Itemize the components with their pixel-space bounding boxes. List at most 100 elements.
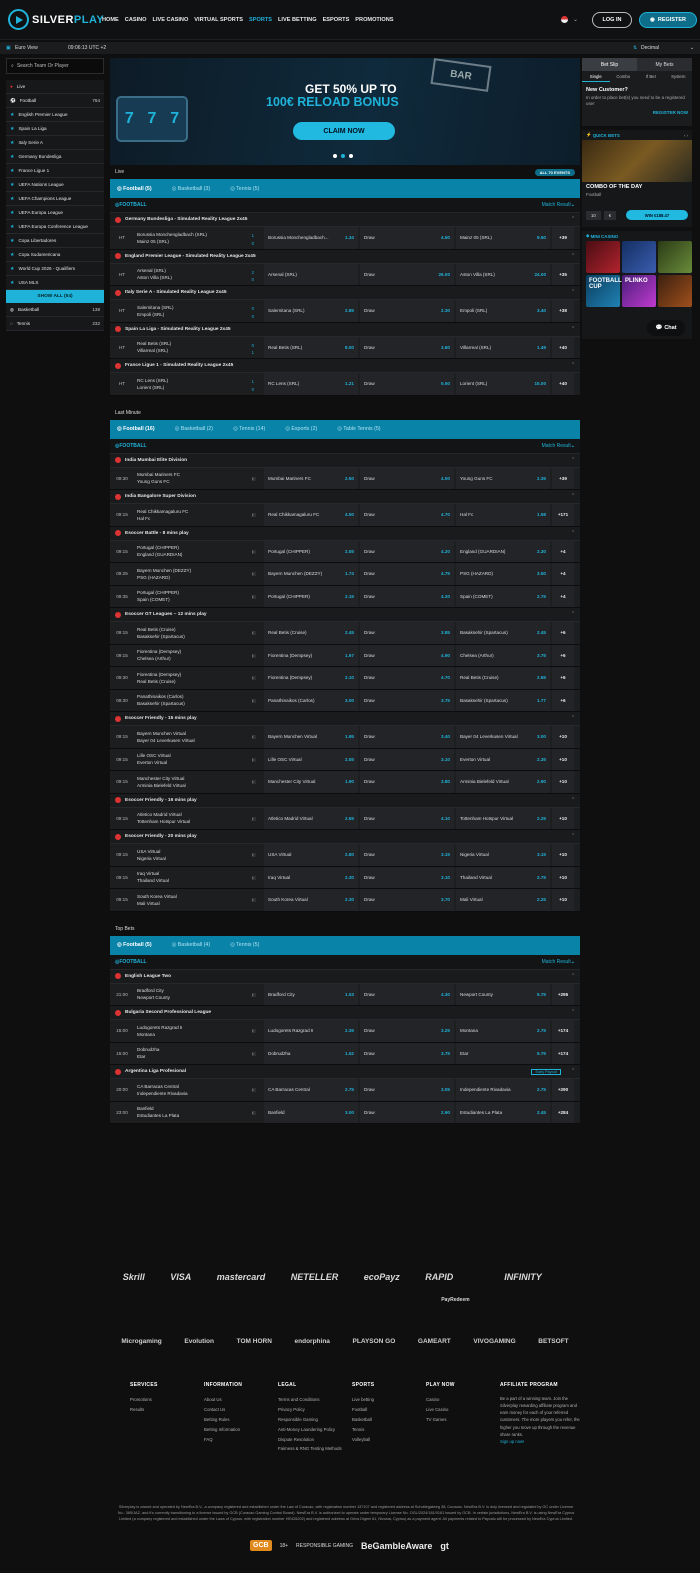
market-selector[interactable]: Match Result [542, 959, 571, 965]
odds-home-button[interactable]: Real Betis (Cruise) 2.45 [264, 622, 358, 644]
odds-away-button[interactable]: Arminia Bielefeld Virtual 2.90 [456, 771, 550, 793]
odds-draw-button[interactable]: Draw 2.90 [360, 1101, 454, 1123]
footer-link[interactable]: Volleyball [352, 1435, 418, 1445]
tab-bet-type[interactable]: Single [582, 71, 610, 82]
league-header[interactable]: English League Two ⌃ [110, 969, 580, 984]
odds-away-button[interactable]: Lorient (SRL) 15.00 [456, 373, 550, 395]
collapse-icon[interactable]: ⌃ [571, 834, 575, 839]
odds-away-button[interactable]: Montana 2.75 [456, 1020, 550, 1042]
stats-icon[interactable]: ▮▯ [252, 1087, 256, 1092]
more-markets-button[interactable]: +39 [552, 227, 574, 249]
league-header[interactable]: India Mumbai Elite Division ⌃ [110, 453, 580, 468]
nav-item-promotions[interactable]: PROMOTIONS [355, 17, 393, 23]
search-input[interactable]: ⌕ Search Team Or Player [6, 58, 104, 74]
tab-bet-type[interactable]: If Bet [637, 71, 665, 82]
affiliate-signup-link[interactable]: Sign up now! [500, 1438, 580, 1445]
odds-draw-button[interactable]: Draw 3.75 [360, 1042, 454, 1064]
nav-item-virtual-sports[interactable]: VIRTUAL SPORTS [194, 17, 243, 23]
casino-game-tile[interactable] [622, 241, 656, 273]
collapse-icon[interactable]: ⌃ [571, 974, 575, 979]
sidebar-item-league[interactable]: ★ UEFA Europa Conference League [6, 220, 104, 234]
footer-link[interactable]: TV Games [426, 1415, 492, 1425]
sidebar-item-league[interactable]: ★ English Premier League [6, 108, 104, 122]
collapse-icon[interactable]: ⌃ [571, 363, 575, 368]
sidebar-item-league[interactable]: ★ Copa Libertadores [6, 234, 104, 248]
stats-icon[interactable]: ▮▯ [252, 875, 256, 880]
footer-link[interactable]: Basketball [352, 1415, 418, 1425]
carousel-dot[interactable] [341, 154, 345, 158]
more-markets-button[interactable]: +10 [552, 748, 574, 770]
event-teams[interactable]: Bayern Munchen (DEZZY) PSG (HAZARD) ▮▯ [134, 563, 262, 585]
casino-game-tile[interactable] [586, 241, 620, 273]
sidebar-item-league[interactable]: ★ UEFA Nations League [6, 178, 104, 192]
odds-home-button[interactable]: Bayern Munchen Virtual 1.95 [264, 726, 358, 748]
event-teams[interactable]: Panathinaikos (Carlos) Basaksehir (Sparta… [134, 690, 262, 712]
league-header[interactable]: Esoccer Battle - 8 mins play ⌃ [110, 526, 580, 541]
footer-link[interactable]: Betting Information [204, 1425, 270, 1435]
event-teams[interactable]: Mumbai Mariners FC Young Guns FC ▮▯ [134, 468, 262, 490]
odds-draw-button[interactable]: Draw 4.70 [360, 667, 454, 689]
sidebar-item-league[interactable]: ★ Copa Sudamericana [6, 248, 104, 262]
star-icon[interactable]: ★ [10, 196, 14, 202]
odds-draw-button[interactable]: Draw 3.75 [360, 689, 454, 711]
language-selector[interactable]: ⌄ [561, 16, 578, 23]
collapse-icon[interactable]: ⌃ [571, 290, 575, 295]
more-markets-button[interactable]: +40 [552, 373, 574, 395]
odds-draw-button[interactable]: Draw 26.00 [360, 263, 454, 285]
stats-icon[interactable]: ▮▯ [252, 675, 256, 680]
odds-home-button[interactable]: Panathinaikos (Carlos) 3.00 [264, 689, 358, 711]
star-icon[interactable]: ★ [10, 210, 14, 216]
collapse-icon[interactable]: ⌃ [571, 254, 575, 259]
collapse-icon[interactable]: ⌃ [571, 217, 575, 222]
odds-draw-button[interactable]: Draw 4.90 [360, 644, 454, 666]
odds-draw-button[interactable]: Draw 3.85 [360, 622, 454, 644]
footer-link[interactable]: Contact Us [204, 1405, 270, 1415]
casino-game-tile[interactable]: PLINKO [622, 275, 656, 307]
tab-bet-slip[interactable]: Bet Slip [582, 58, 637, 71]
footer-link[interactable]: Anti-Money Laundering Policy [278, 1425, 344, 1435]
odds-draw-button[interactable]: Draw 3.40 [360, 726, 454, 748]
more-markets-button[interactable]: +4 [552, 540, 574, 562]
footer-link[interactable]: Privacy Policy [278, 1405, 344, 1415]
league-header[interactable]: Italy Serie A - Simulated Reality League… [110, 286, 580, 300]
tab-my-bets[interactable]: My Bets [637, 58, 692, 71]
odds-draw-button[interactable]: Draw 4.20 [360, 585, 454, 607]
odds-away-button[interactable]: Villarreal (SRL) 1.49 [456, 336, 550, 358]
odds-home-button[interactable]: USA Virtual 2.80 [264, 844, 358, 866]
sidebar-item-league[interactable]: ★ World Cup 2026 - Qualifiers [6, 262, 104, 276]
event-teams[interactable]: RC Lens (SRL) Lorient (SRL) 1 0 [134, 373, 262, 395]
sidebar-item-league[interactable]: ★ UEFA Champions League [6, 192, 104, 206]
odds-home-button[interactable]: Dobrudzha 1.52 [264, 1042, 358, 1064]
more-markets-button[interactable]: +40 [552, 336, 574, 358]
odds-home-button[interactable]: Fiorentina (Dempsey) 1.67 [264, 644, 358, 666]
league-header[interactable]: Esoccer Friendly - 15 mins play ⌃ [110, 712, 580, 726]
league-header[interactable]: India Bangalore Super Division ⌃ [110, 490, 580, 504]
footer-link[interactable]: FAQ [204, 1435, 270, 1445]
sidebar-item-tennis[interactable]: ◌ Tennis 232 [6, 317, 104, 331]
sidebar-item-league[interactable]: ★ UEFA Europa League [6, 206, 104, 220]
footer-link[interactable]: Dispute Resolution [278, 1435, 344, 1445]
nav-item-home[interactable]: HOME [102, 17, 119, 23]
tab-sport[interactable]: ◎ Tennis (5) [230, 942, 259, 948]
collapse-icon[interactable]: ⌃ [571, 531, 575, 536]
more-markets-button[interactable]: +10 [552, 866, 574, 888]
event-teams[interactable]: Real Betis (SRL) Villarreal (SRL) 0 1 [134, 337, 262, 359]
stats-icon[interactable]: ▮▯ [252, 594, 256, 599]
star-icon[interactable]: ★ [10, 252, 14, 258]
odds-home-button[interactable]: Real Chikkamagaluru FC 4.50 [264, 504, 358, 526]
league-header[interactable]: Esoccer Friendly - 16 mins play ⌃ [110, 793, 580, 808]
odds-format-selector[interactable]: Decimal [641, 45, 659, 51]
odds-away-button[interactable]: Tottenham Hotspur Virtual 2.25 [456, 807, 550, 829]
event-teams[interactable]: Borussia Monchengladbach (SRL) Mainz 05 (… [134, 227, 262, 249]
odds-home-button[interactable]: Lille OSC Virtual 2.55 [264, 748, 358, 770]
odds-home-button[interactable]: Bayern Munchen (DEZZY) 1.74 [264, 563, 358, 585]
casino-game-tile[interactable] [658, 241, 692, 273]
collapse-icon[interactable]: ⌃ [571, 458, 575, 463]
odds-draw-button[interactable]: Draw 4.30 [360, 983, 454, 1005]
star-icon[interactable]: ★ [10, 238, 14, 244]
odds-draw-button[interactable]: Draw 3.60 [360, 336, 454, 358]
tab-sport[interactable]: ◎ Basketball (2) [175, 426, 213, 432]
stats-icon[interactable]: ▮▯ [252, 1110, 256, 1115]
odds-home-button[interactable]: Mumbai Mariners FC 2.50 [264, 467, 358, 489]
more-markets-button[interactable]: +171 [552, 504, 574, 526]
